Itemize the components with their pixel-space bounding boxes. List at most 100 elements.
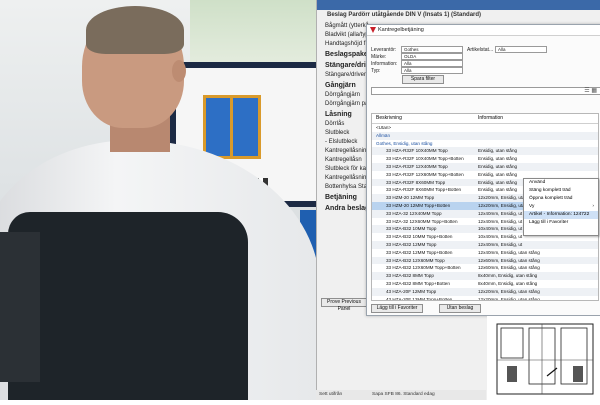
table-header: Beskrivning Information: [372, 114, 598, 124]
category-item[interactable]: Slutbleck för kant: [317, 165, 371, 174]
cell-information: Ensidig, utan stång: [478, 171, 518, 177]
category-item[interactable]: Dörrgångjärn pass: [317, 100, 374, 109]
category-item[interactable]: Kantregellåsning: [317, 174, 370, 183]
office-photo: [0, 0, 330, 400]
supplier-select[interactable]: Gothes: [401, 46, 463, 53]
cell-description: 33 HZA-32 12X60MM Topp+Botten: [386, 218, 458, 224]
type-select[interactable]: Alla: [401, 67, 463, 74]
section-drawing-svg: [496, 323, 594, 395]
context-menu-label: Öppna komplett träd: [529, 196, 573, 201]
grid-view-icon[interactable]: ▦: [591, 88, 597, 94]
category-item[interactable]: - Elslutbleck: [317, 138, 369, 147]
category-item[interactable]: Dörrgångjärn: [317, 91, 369, 100]
cell-description: 33 HZA-B32 10MM Topp: [386, 226, 437, 232]
cell-information: 8x40mm, Ensidig, utan stång: [478, 273, 538, 279]
table-row[interactable]: 33 HZA-B32 12X60MM Topp 12x60mm, Ensidig,…: [372, 256, 598, 265]
cell-information: 12x40mm, Ensidig, ut: [478, 241, 523, 247]
cell-information: 12x40mm, Ensidig, ut: [478, 210, 523, 216]
previous-panel-button[interactable]: Prove Previous Panel: [321, 298, 367, 312]
context-menu: Använd Stäng komplett träd Öppna komplett …: [523, 178, 599, 236]
cell-information: 10x40mm, Ensidig, ut: [478, 226, 523, 232]
article-status-label: Artikelstat...: [467, 47, 494, 53]
without-fitting-button[interactable]: Utan beslag: [439, 304, 481, 313]
article-status-select[interactable]: Alla: [495, 46, 547, 53]
category-header[interactable]: Stängare/driv: [317, 60, 370, 71]
category-item[interactable]: Slutbleck: [317, 129, 369, 138]
status-view: Sett utifrån: [319, 392, 343, 397]
cell-description: 33 HZA-B32 8MM Topp+Botten: [386, 280, 450, 286]
table-row[interactable]: 33 HZA-B32 8MM Topp 8x40mm, Ensidig, utan…: [372, 272, 598, 280]
office-chair: [8, 212, 248, 400]
category-item[interactable]: Dörrlås: [317, 120, 369, 129]
cell-information: Ensidig, utan stång: [478, 148, 518, 154]
person-ear: [172, 60, 186, 82]
edge-bolt-dialog: Kantregelbetjäning Leverantör: Gothes Mä…: [366, 24, 600, 316]
table-row[interactable]: 33 HZA-R32F 12X40MM Topp Ensidig, utan st…: [372, 162, 598, 171]
profile-section-drawing: [487, 316, 600, 400]
category-header[interactable]: Beslagspaket: [317, 49, 370, 60]
context-menu-item[interactable]: Stäng komplett träd: [524, 187, 598, 195]
chair-armrest: [0, 232, 40, 382]
table-row[interactable]: 33 HZA-B32 12MM Topp 12x40mm, Ensidig, ut: [372, 240, 598, 249]
search-input[interactable]: [371, 87, 600, 95]
table-row[interactable]: 33 HZA-R32F 10X40MM Topp Ensidig, utan st…: [372, 147, 598, 156]
table-row[interactable]: 33 HZA-R32F 10X40MM Topp+Botten Ensidig, …: [372, 155, 598, 163]
category-header[interactable]: Andra beslag: [317, 203, 369, 214]
filter-section: Leverantör: Gothes Märke: OLDA Informati…: [371, 39, 599, 91]
list-view-icon[interactable]: ☰: [584, 88, 589, 94]
brand-select[interactable]: OLDA: [401, 53, 463, 60]
cell-information: 10x40mm, Ensidig, ut: [478, 234, 523, 240]
category-header[interactable]: Låsning: [317, 109, 369, 120]
cell-description: 33 HZA-32 12X40MM Topp: [386, 210, 442, 216]
person-hair: [86, 6, 184, 54]
cell-information: Ensidig, utan stång: [478, 179, 518, 185]
cell-description: 33 HZA-R32F 12X40MM Topp: [386, 163, 448, 169]
category-item[interactable]: Bladvikt (alla/typ: [317, 31, 369, 40]
cell-description: 33 HZA-B32 12MM Topp: [386, 241, 437, 247]
category-item[interactable]: Bågmått (ytterkå: [317, 22, 369, 31]
cell-description: 33 HZA-B32 12MM Topp+Botten: [386, 249, 453, 255]
information-select[interactable]: Alla: [401, 60, 463, 67]
table-row[interactable]: 33 HZA-B32 8MM Topp+Botten 8x40mm, Ensidi…: [372, 280, 598, 288]
table-row[interactable]: 43 HZA-20F 12MM Topp 12x20mm, Ensidig, ut…: [372, 287, 598, 296]
context-menu-item[interactable]: Vy ›: [524, 203, 598, 211]
cell-description: 43 HZA-20F 12MM Topp: [386, 288, 437, 294]
cell-description: 33 HZM-20 12MM Topp: [386, 195, 435, 201]
category-header[interactable]: Betjäning: [317, 192, 369, 203]
group-row[interactable]: Allmän: [372, 131, 598, 140]
cell-description: 33 HZA-R32F 10X40MM Topp+Botten: [386, 156, 464, 162]
submenu-arrow-icon: ›: [592, 204, 594, 209]
dialog-title-text: Kantregelbetjäning: [378, 27, 424, 33]
cell-information: 8x40mm, Ensidig, utan stång: [478, 280, 538, 286]
category-item[interactable]: Kantregellåsning: [317, 147, 370, 156]
category-item[interactable]: Kantregellåsn: [317, 156, 369, 165]
category-header[interactable]: Gångjärn: [317, 80, 369, 91]
table-row[interactable]: 33 HZA-B32 12MM Topp+Botten 12x40mm, Ensi…: [372, 249, 598, 257]
category-item[interactable]: Bottenhylsa Stand: [317, 183, 374, 192]
category-item[interactable]: Handtagshöjd f: [317, 40, 369, 49]
column-information[interactable]: Information: [478, 114, 503, 123]
cell-description: 33 HZM-20 12MM Topp+Botten: [386, 202, 451, 208]
filter-label: Leverantör:: [371, 47, 397, 53]
add-favorites-button[interactable]: Lägg till i Favoriter: [371, 304, 423, 313]
dialog-title: Kantregelbetjäning: [367, 25, 600, 36]
cell-information: 12x40mm, Ensidig, utan stång: [478, 249, 540, 255]
column-description[interactable]: Beskrivning: [376, 114, 402, 123]
door-drawing: [203, 95, 261, 159]
table-row[interactable]: 33 HZA-B32 12X60MM Topp+Botten 12x60mm, E…: [372, 264, 598, 272]
cell-information: 12x40mm, Ensidig, ut: [478, 218, 523, 224]
save-filter-button[interactable]: Spara filter: [402, 75, 444, 84]
cell-description: 33 HZA-B32 8MM Topp: [386, 273, 434, 279]
status-system: Sapa SFB 86. Standard edag: [372, 392, 435, 397]
table-row[interactable]: <Utan>: [372, 124, 598, 132]
group-row[interactable]: Gothes, Ensidig, utan stång: [372, 140, 598, 148]
status-bar: Sett utifrån Sapa SFB 86. Standard edag: [316, 390, 486, 400]
context-menu-item[interactable]: Lägg till i Favoriter: [524, 219, 598, 227]
context-menu-item[interactable]: Artikel - Information: 124722: [524, 211, 598, 219]
context-menu-item[interactable]: Öppna komplett träd: [524, 195, 598, 203]
context-menu-item[interactable]: Använd: [524, 179, 598, 187]
context-menu-label: Vy: [529, 204, 535, 209]
cell-description: 33 HZA-B32 10MM Topp+Botten: [386, 234, 453, 240]
cell-description: 33 HZA-R32F 8X60MM Topp+Botten: [386, 187, 462, 193]
category-item[interactable]: Stängare/drivenh: [317, 71, 371, 80]
